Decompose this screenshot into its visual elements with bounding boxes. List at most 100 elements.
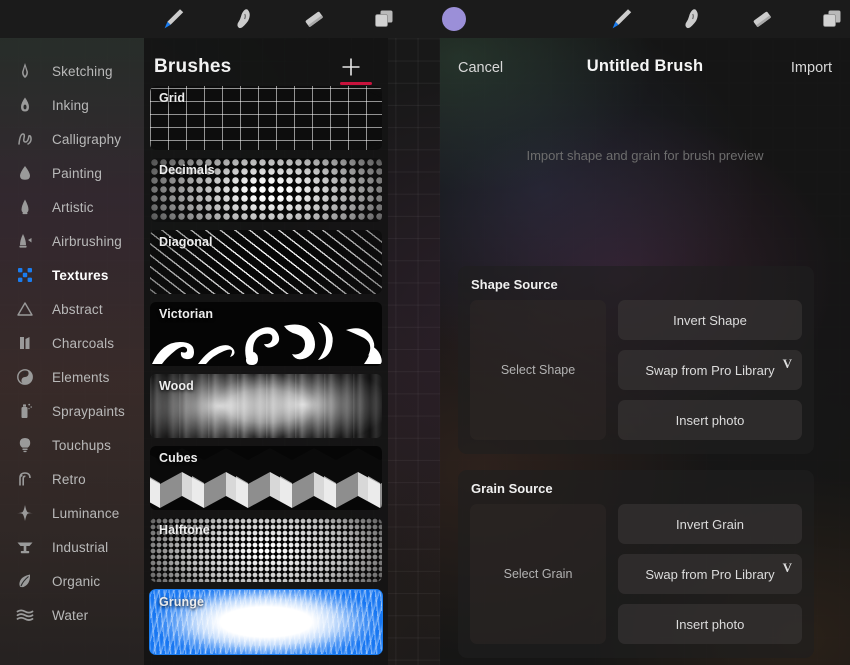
brush-list-item[interactable]: Wood bbox=[150, 374, 382, 438]
brush-list-item[interactable]: Diagonal bbox=[150, 230, 382, 294]
brush-name-label: Grunge bbox=[159, 595, 205, 609]
script-n-icon bbox=[10, 128, 40, 150]
select-shape-pane[interactable]: Select Shape bbox=[470, 300, 606, 440]
smudge-tool[interactable] bbox=[678, 5, 706, 33]
sidebar-item-charcoals[interactable]: Charcoals bbox=[0, 326, 144, 360]
texture-dots-icon bbox=[10, 264, 40, 286]
sidebar-item-label: Spraypaints bbox=[52, 403, 125, 419]
insert-photo-shape-button[interactable]: Insert photo bbox=[618, 400, 802, 440]
brush-name-label: Wood bbox=[159, 379, 194, 393]
eraser-icon bbox=[305, 11, 323, 27]
charcoal-icon bbox=[10, 332, 40, 354]
sidebar-item-luminance[interactable]: Luminance bbox=[0, 496, 144, 530]
paintbrush-icon bbox=[164, 9, 184, 29]
sidebar-item-textures[interactable]: Textures bbox=[0, 258, 144, 292]
sidebar-item-label: Artistic bbox=[52, 199, 94, 215]
brush-list-item[interactable]: Victorian bbox=[150, 302, 382, 366]
brush-list-item[interactable]: Halftone bbox=[150, 518, 382, 582]
brushes-panel-header: Brushes bbox=[144, 38, 388, 86]
swap-from-pro-library-grain-button[interactable]: Swap from Pro Library V bbox=[618, 554, 802, 594]
layers-tool[interactable] bbox=[818, 5, 846, 33]
triangle-icon bbox=[10, 298, 40, 320]
retro-arc-icon bbox=[10, 468, 40, 490]
brush-preview-area: Import shape and grain for brush preview bbox=[440, 88, 850, 230]
leaf-icon bbox=[10, 570, 40, 592]
waves-icon bbox=[10, 604, 40, 626]
select-grain-label: Select Grain bbox=[503, 567, 573, 581]
sidebar-item-spraypaints[interactable]: Spraypaints bbox=[0, 394, 144, 428]
shape-source-title: Shape Source bbox=[471, 277, 558, 292]
sidebar-item-label: Retro bbox=[52, 471, 86, 487]
sidebar-item-label: Inking bbox=[52, 97, 89, 113]
smudge-tool[interactable] bbox=[230, 5, 258, 33]
sidebar-item-label: Luminance bbox=[52, 505, 120, 521]
brush-category-sidebar: Sketching Inking Calligraphy Painting Artist… bbox=[0, 38, 144, 665]
sidebar-item-inking[interactable]: Inking bbox=[0, 88, 144, 122]
invert-grain-label: Invert Grain bbox=[676, 516, 744, 532]
sidebar-item-water[interactable]: Water bbox=[0, 598, 144, 632]
eraser-tool[interactable] bbox=[300, 5, 328, 33]
brush-name-label: Diagonal bbox=[159, 235, 213, 249]
sidebar-item-abstract[interactable]: Abstract bbox=[0, 292, 144, 326]
paintbrush-tool[interactable] bbox=[608, 5, 636, 33]
swap-from-pro-library-shape-button[interactable]: Swap from Pro Library V bbox=[618, 350, 802, 390]
flame-drop-icon bbox=[10, 196, 40, 218]
toolbar-right-group bbox=[608, 0, 846, 38]
brush-name-label: Grid bbox=[159, 91, 186, 105]
sidebar-item-label: Industrial bbox=[52, 539, 109, 555]
eraser-icon bbox=[753, 11, 771, 27]
brush-title[interactable]: Untitled Brush bbox=[440, 57, 850, 76]
grain-source-card: Grain Source Select Grain Invert Grain S… bbox=[458, 470, 814, 658]
spray-can-icon bbox=[10, 400, 40, 422]
brush-studio-header: Cancel Untitled Brush Import bbox=[440, 38, 850, 88]
invert-shape-button[interactable]: Invert Shape bbox=[618, 300, 802, 340]
sidebar-item-artistic[interactable]: Artistic bbox=[0, 190, 144, 224]
grain-v-annotation-mark: V bbox=[782, 560, 792, 575]
sidebar-item-label: Water bbox=[52, 607, 89, 623]
invert-shape-label: Invert Shape bbox=[673, 312, 747, 328]
sidebar-item-label: Touchups bbox=[52, 437, 111, 453]
brush-name-label: Cubes bbox=[159, 451, 198, 465]
brush-preview-hint: Import shape and grain for brush preview bbox=[526, 148, 764, 163]
sidebar-item-organic[interactable]: Organic bbox=[0, 564, 144, 598]
toolbar-left-group bbox=[160, 0, 468, 38]
insert-photo-shape-label: Insert photo bbox=[675, 412, 745, 428]
shape-source-card: Shape Source Select Shape Invert Shape S… bbox=[458, 266, 814, 454]
sidebar-item-elements[interactable]: Elements bbox=[0, 360, 144, 394]
layers-tool[interactable] bbox=[370, 5, 398, 33]
sidebar-item-label: Charcoals bbox=[52, 335, 115, 351]
brush-name-label: Decimals bbox=[159, 163, 215, 177]
sidebar-item-industrial[interactable]: Industrial bbox=[0, 530, 144, 564]
add-brush-button[interactable] bbox=[338, 54, 364, 80]
sidebar-item-label: Textures bbox=[52, 267, 109, 283]
eraser-tool[interactable] bbox=[748, 5, 776, 33]
yin-yang-icon bbox=[10, 366, 40, 388]
lightbulb-icon bbox=[10, 434, 40, 456]
sidebar-item-calligraphy[interactable]: Calligraphy bbox=[0, 122, 144, 156]
sidebar-item-airbrushing[interactable]: Airbrushing bbox=[0, 224, 144, 258]
sidebar-item-label: Abstract bbox=[52, 301, 103, 317]
top-toolbar bbox=[0, 0, 850, 38]
brush-list[interactable]: Grid Decimals Diagonal Victorian Wood Cubes Ha… bbox=[144, 86, 388, 665]
sidebar-item-retro[interactable]: Retro bbox=[0, 462, 144, 496]
brush-list-item[interactable]: Decimals bbox=[150, 158, 382, 222]
paintbrush-icon bbox=[612, 9, 632, 29]
plus-icon bbox=[342, 58, 360, 76]
sidebar-item-label: Painting bbox=[52, 165, 102, 181]
select-grain-pane[interactable]: Select Grain bbox=[470, 504, 606, 644]
paintbrush-tool[interactable] bbox=[160, 5, 188, 33]
brush-list-item[interactable]: Grid bbox=[150, 86, 382, 150]
sidebar-item-painting[interactable]: Painting bbox=[0, 156, 144, 190]
import-button[interactable]: Import bbox=[791, 60, 832, 76]
sidebar-item-label: Calligraphy bbox=[52, 131, 122, 147]
insert-photo-grain-button[interactable]: Insert photo bbox=[618, 604, 802, 644]
brush-list-item[interactable]: Grunge bbox=[149, 589, 383, 655]
color-swatch[interactable] bbox=[440, 5, 468, 33]
shape-v-annotation-mark: V bbox=[782, 356, 792, 371]
sidebar-item-touchups[interactable]: Touchups bbox=[0, 428, 144, 462]
brush-list-item[interactable]: Cubes bbox=[150, 446, 382, 510]
swap-grain-label: Swap from Pro Library bbox=[645, 566, 775, 582]
invert-grain-button[interactable]: Invert Grain bbox=[618, 504, 802, 544]
sidebar-item-sketching[interactable]: Sketching bbox=[0, 54, 144, 88]
add-brush-underline-marker bbox=[340, 82, 372, 85]
